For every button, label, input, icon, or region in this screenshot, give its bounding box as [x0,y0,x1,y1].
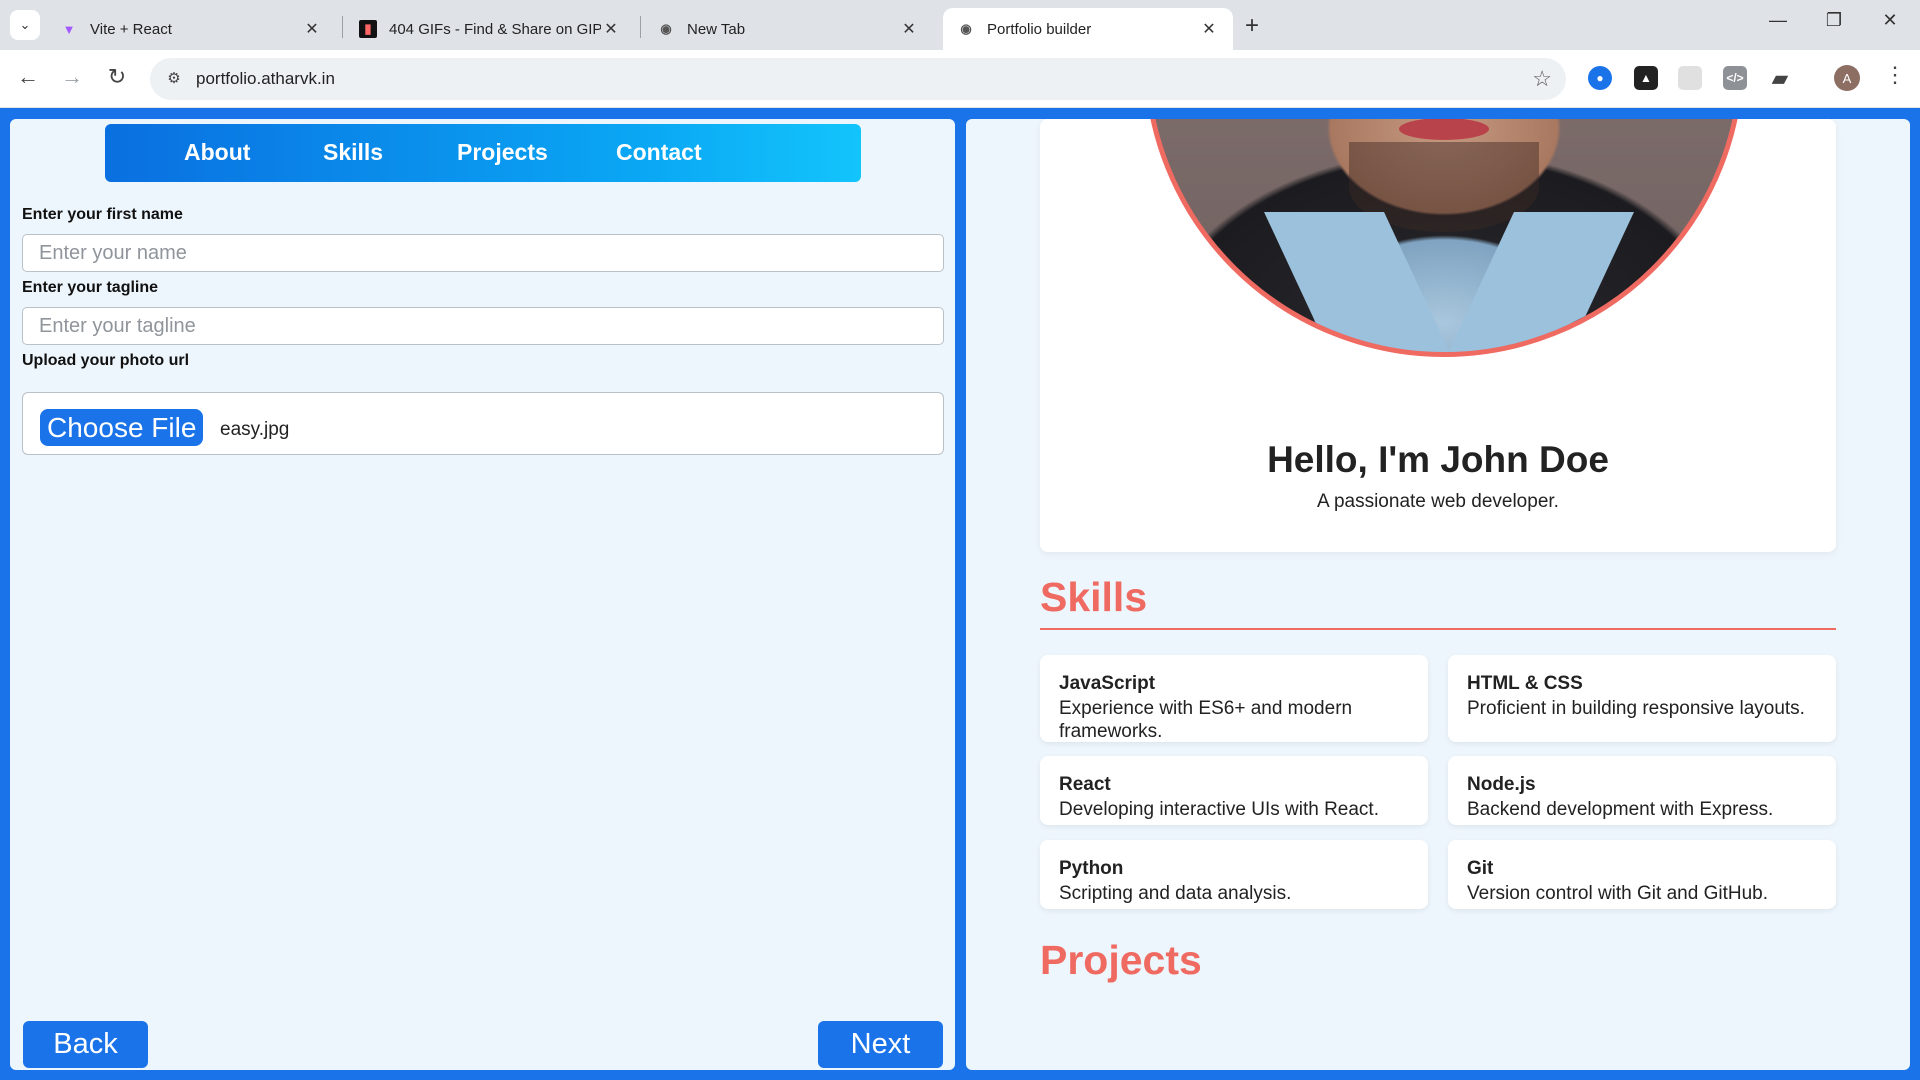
choose-file-button[interactable]: Choose File [40,409,204,446]
skill-name: HTML & CSS [1467,673,1583,694]
close-tab-icon[interactable]: ✕ [1199,19,1219,39]
extension-3-icon[interactable] [1678,66,1702,90]
profile-photo [1144,119,1744,357]
skill-card: React Developing interactive UIs with Re… [1040,756,1428,825]
photo-detail [1444,212,1634,352]
globe-icon: ◉ [960,21,972,36]
skill-name: JavaScript [1059,673,1156,694]
close-tab-icon[interactable]: ✕ [899,19,919,39]
next-button[interactable]: Next [818,1021,943,1068]
skill-name: Python [1059,858,1124,879]
nav-about[interactable]: About [184,139,250,166]
section-nav: About Skills Projects Contact [105,124,861,182]
first-name-label: Enter your first name [22,206,183,223]
tab-divider [640,16,641,38]
skill-card: Git Version control with Git and GitHub. [1448,840,1836,909]
hero-name: Hello, I'm John Doe [1267,439,1609,480]
hero-card: Hello, I'm John Doe A passionate web dev… [1040,119,1836,552]
minimize-icon[interactable]: — [1758,10,1798,31]
skill-description: Version control with Git and GitHub. [1467,883,1768,904]
restore-icon[interactable]: ❐ [1814,10,1854,31]
tagline-input[interactable] [22,307,944,345]
skill-card: JavaScript Experience with ES6+ and mode… [1040,655,1428,742]
new-tab-plus-icon[interactable]: + [1245,12,1259,40]
reload-icon[interactable]: ↻ [102,64,132,90]
skill-description: Experience with ES6+ and modern framewor… [1059,698,1353,742]
skill-description: Scripting and data analysis. [1059,883,1292,904]
tab-search-chevron-icon[interactable]: ⌄ [10,10,40,40]
preview-panel[interactable]: Hello, I'm John Doe A passionate web dev… [966,119,1910,1070]
address-bar[interactable]: ⚙ portfolio.atharvk.in ☆ [150,58,1566,100]
projects-heading: Projects [1040,937,1202,983]
nav-projects[interactable]: Projects [457,139,548,166]
tab-title: 404 GIFs - Find & Share on GIPHY [389,20,601,38]
chrome-icon: ◉ [660,21,672,36]
skill-name: Node.js [1467,774,1536,795]
forward-arrow-icon[interactable]: → [57,64,87,90]
skill-name: Git [1467,858,1494,879]
skills-heading: Skills [1040,574,1148,620]
skills-divider [1040,628,1836,630]
editor-panel: About Skills Projects Contact Enter your… [10,119,955,1070]
nav-contact[interactable]: Contact [616,139,702,166]
tab-title: Portfolio builder [987,20,1092,38]
tab-strip: ⌄ ▼ Vite + React ✕ ▮ 404 GIFs - Find & S… [0,0,1920,50]
skill-description: Proficient in building responsive layout… [1467,698,1805,719]
tab-title: Vite + React [90,20,172,38]
profile-avatar[interactable]: A [1834,65,1860,91]
close-tab-icon[interactable]: ✕ [601,19,621,39]
giphy-icon: ▮ [359,20,377,38]
extension-1-icon[interactable]: ● [1588,66,1612,90]
photo-detail [1399,119,1489,140]
close-window-icon[interactable]: ✕ [1870,10,1910,31]
site-settings-icon[interactable]: ⚙ [162,67,186,91]
browser-tab-newtab[interactable]: ◉ New Tab ✕ [643,8,933,50]
skill-name: React [1059,774,1111,795]
photo-file-input[interactable]: Choose File easy.jpg [22,392,944,455]
skill-card: Python Scripting and data analysis. [1040,840,1428,909]
hero-tagline: A passionate web developer. [1317,491,1559,512]
first-name-input[interactable] [22,234,944,272]
vite-icon: ▼ [62,21,76,37]
browser-menu-icon[interactable]: ⋮ [1884,62,1906,88]
photo-url-label: Upload your photo url [22,352,190,369]
tab-divider [342,16,343,38]
browser-tab-vite[interactable]: ▼ Vite + React ✕ [46,8,336,50]
bookmark-star-icon[interactable]: ☆ [1532,66,1552,92]
skill-card: HTML & CSS Proficient in building respon… [1448,655,1836,742]
tagline-label: Enter your tagline [22,279,159,296]
extensions-puzzle-icon[interactable]: ▰ [1768,66,1792,90]
address-url[interactable]: portfolio.atharvk.in [196,69,335,89]
skill-description: Backend development with Express. [1467,799,1774,820]
browser-tab-portfolio[interactable]: ◉ Portfolio builder ✕ [943,8,1233,50]
extension-devtools-icon[interactable]: </> [1723,66,1747,90]
skill-card: Node.js Backend development with Express… [1448,756,1836,825]
extension-2-icon[interactable]: ▲ [1634,66,1658,90]
browser-toolbar: ← → ↻ ⚙ portfolio.atharvk.in ☆ ● ▲ </> ▰… [0,50,1920,108]
photo-detail [1264,212,1454,352]
page: About Skills Projects Contact Enter your… [0,108,1920,1080]
nav-skills[interactable]: Skills [323,139,383,166]
back-button[interactable]: Back [23,1021,148,1068]
selected-file-name: easy.jpg [220,419,290,440]
back-arrow-icon[interactable]: ← [13,64,43,90]
browser-tab-giphy[interactable]: ▮ 404 GIFs - Find & Share on GIPHY ✕ [345,8,635,50]
skill-description: Developing interactive UIs with React. [1059,799,1379,820]
tab-title: New Tab [687,20,746,38]
close-tab-icon[interactable]: ✕ [302,19,322,39]
